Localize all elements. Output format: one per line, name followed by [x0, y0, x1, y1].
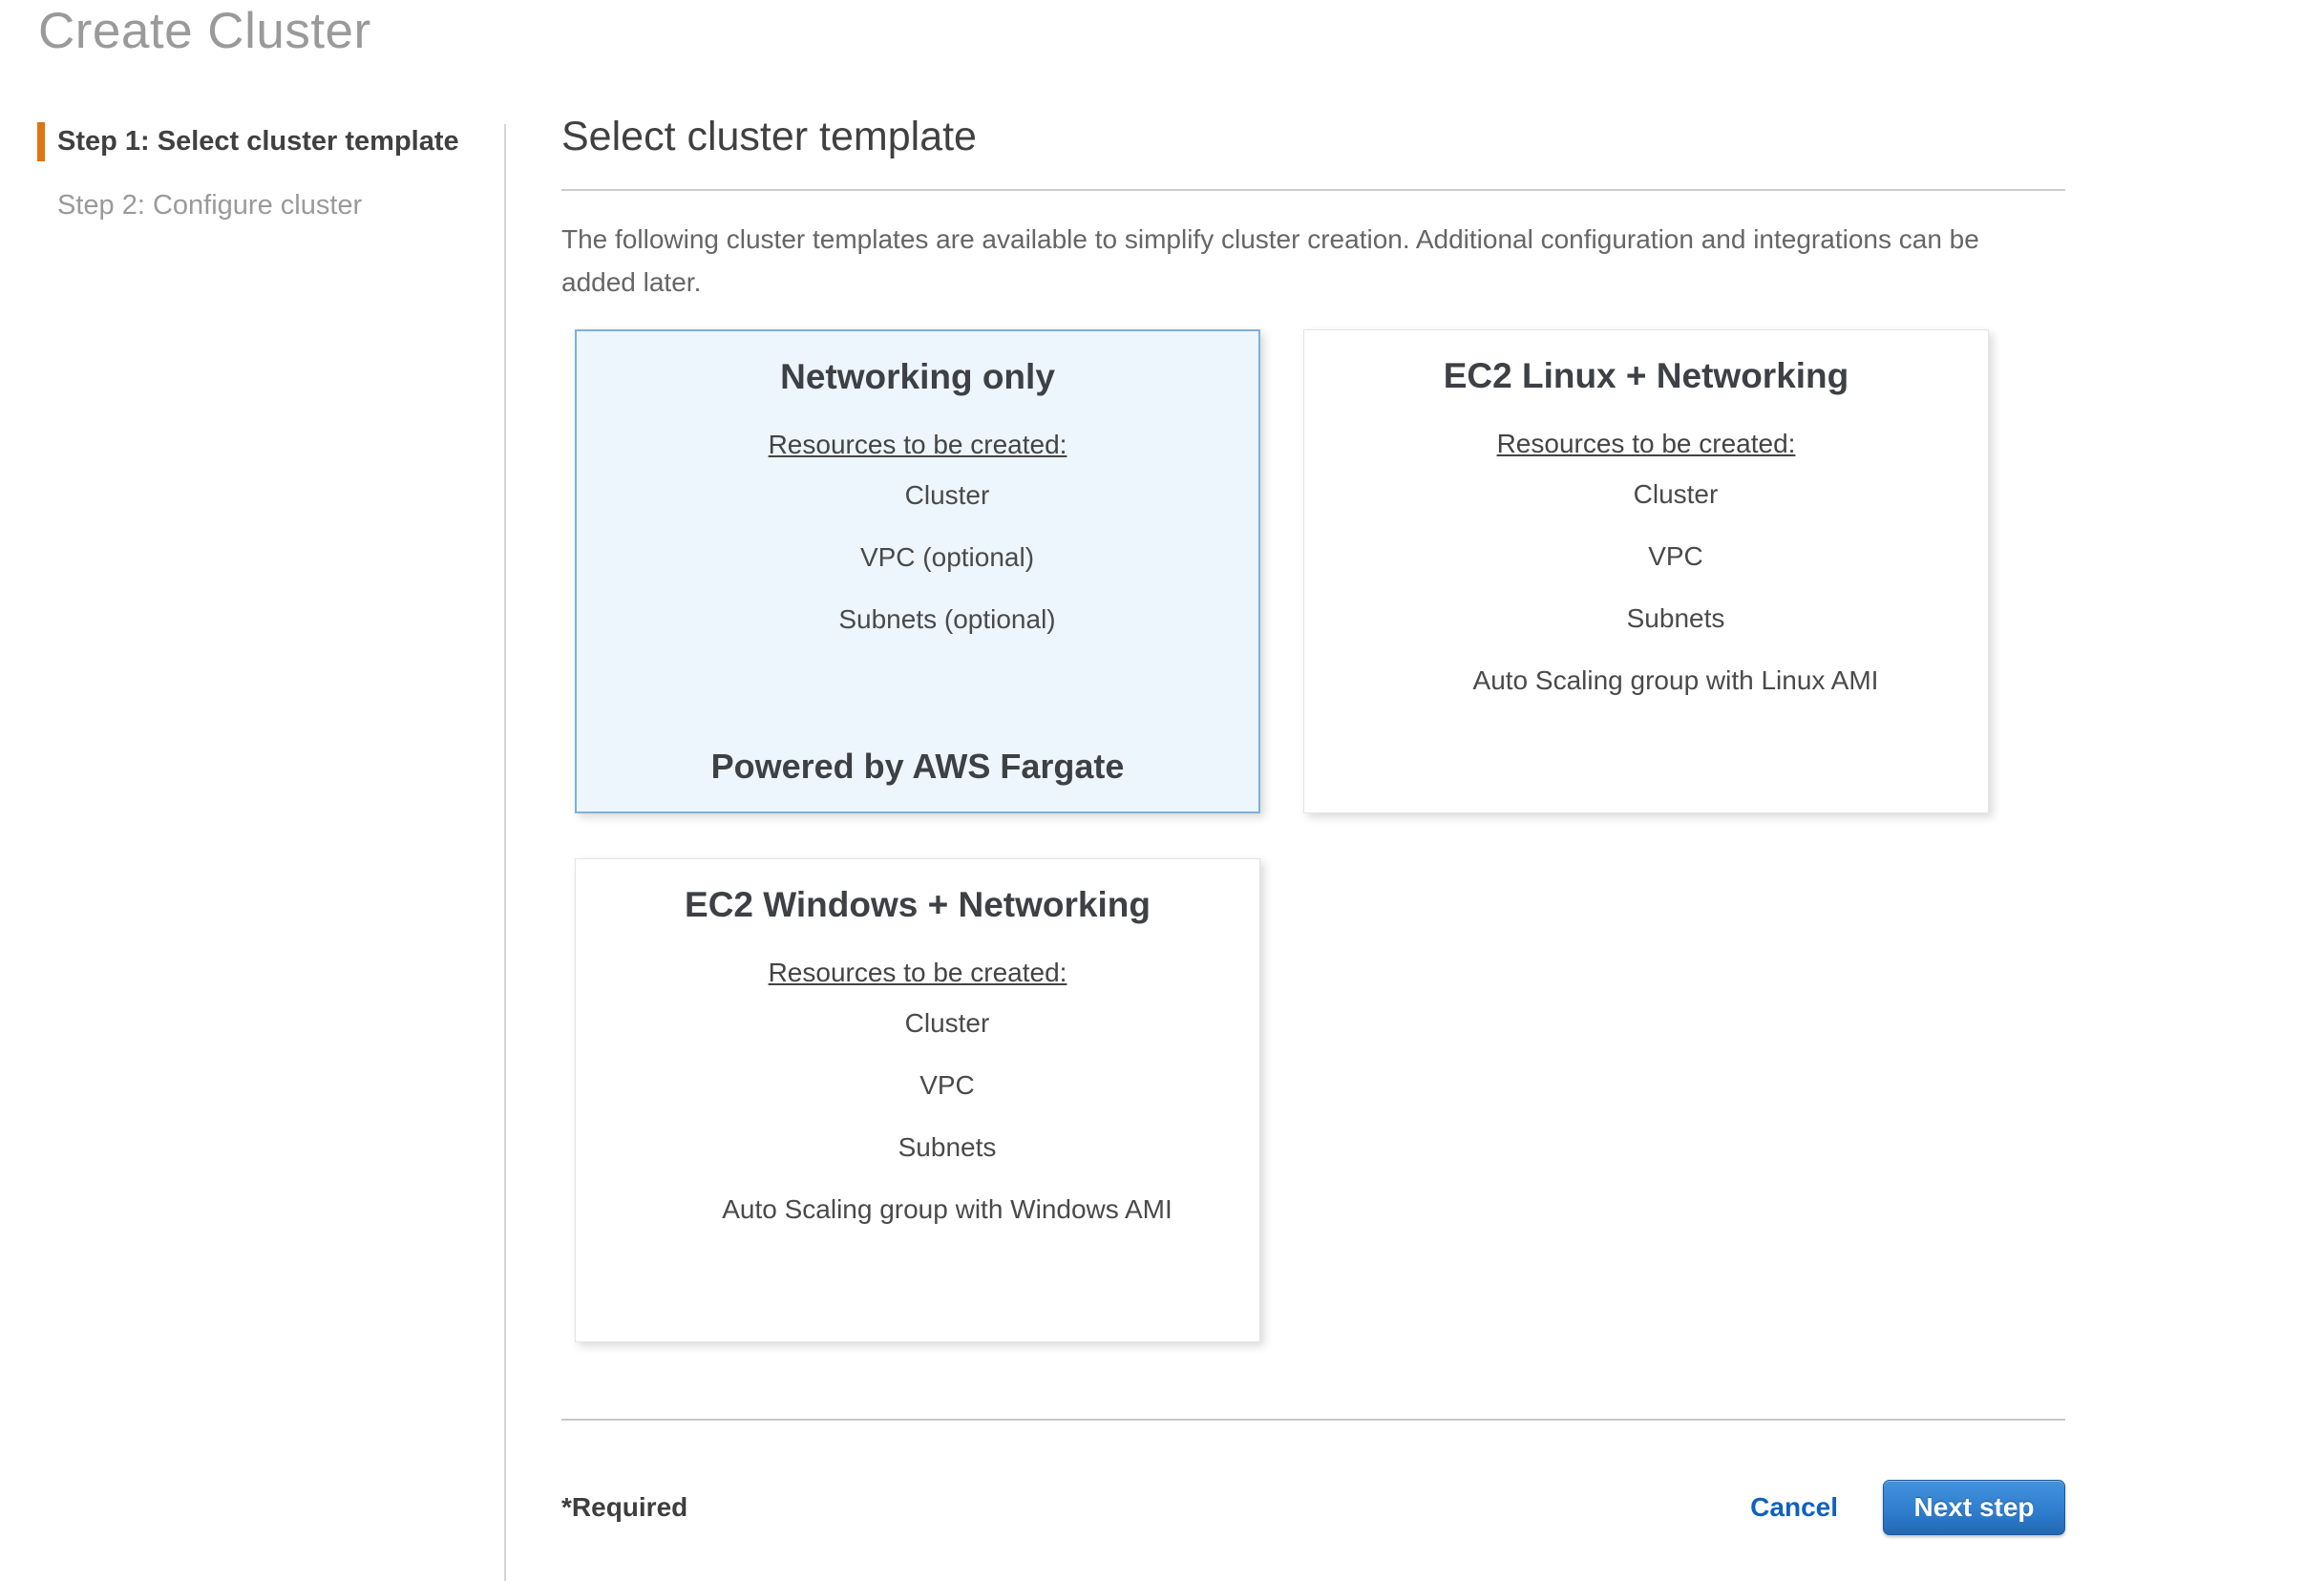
- step-nav-item-configure-cluster[interactable]: Step 2: Configure cluster: [37, 186, 476, 225]
- resource-item: Cluster: [635, 1010, 1259, 1037]
- footer-divider: [561, 1419, 2065, 1421]
- resource-item: VPC: [1363, 543, 1988, 570]
- card-resource-list: Cluster VPC Subnets Auto Scaling group with…: [1304, 481, 1988, 694]
- card-title: EC2 Linux + Networking: [1304, 355, 1988, 396]
- card-resource-list: Cluster VPC (optional) Subnets (optional): [577, 482, 1258, 633]
- section-heading: Select cluster template: [561, 113, 2065, 160]
- resource-item: Auto Scaling group with Windows AMI: [635, 1196, 1259, 1223]
- resource-item: Subnets (optional): [636, 606, 1258, 633]
- card-title: EC2 Windows + Networking: [576, 884, 1259, 925]
- action-bar: *Required Cancel Next step: [561, 1480, 2065, 1535]
- template-card-ec2-windows[interactable]: EC2 Windows + Networking Resources to be…: [575, 858, 1260, 1342]
- step-nav: Step 1: Select cluster template Step 2: …: [37, 122, 476, 250]
- page-title: Create Cluster: [38, 2, 371, 61]
- section-description: The following cluster templates are avai…: [561, 218, 2051, 304]
- vertical-divider: [504, 124, 506, 1581]
- card-resource-list: Cluster VPC Subnets Auto Scaling group with…: [576, 1010, 1259, 1223]
- resource-item: Cluster: [636, 482, 1258, 509]
- card-resources-label: Resources to be created:: [577, 432, 1258, 458]
- resource-item: Subnets: [635, 1134, 1259, 1161]
- resource-item: VPC: [635, 1072, 1259, 1099]
- next-step-button[interactable]: Next step: [1883, 1480, 2065, 1535]
- resource-item: Subnets: [1363, 605, 1988, 632]
- card-footer-fargate: Powered by AWS Fargate: [577, 747, 1258, 787]
- card-resources-label: Resources to be created:: [1304, 431, 1988, 457]
- template-card-grid: Networking only Resources to be created:…: [575, 329, 2065, 1342]
- template-card-ec2-linux[interactable]: EC2 Linux + Networking Resources to be c…: [1303, 329, 1989, 813]
- card-title: Networking only: [577, 356, 1258, 397]
- card-resources-label: Resources to be created:: [576, 959, 1259, 986]
- cancel-link[interactable]: Cancel: [1750, 1492, 1838, 1523]
- step-nav-item-select-template[interactable]: Step 1: Select cluster template: [37, 122, 476, 161]
- resource-item: Auto Scaling group with Linux AMI: [1363, 667, 1988, 694]
- main-content: Select cluster template The following cl…: [561, 113, 2065, 1535]
- required-note: *Required: [561, 1492, 1750, 1523]
- resource-item: Cluster: [1363, 481, 1988, 508]
- template-card-networking-only[interactable]: Networking only Resources to be created:…: [575, 329, 1260, 813]
- resource-item: VPC (optional): [636, 544, 1258, 571]
- heading-divider: [561, 189, 2065, 191]
